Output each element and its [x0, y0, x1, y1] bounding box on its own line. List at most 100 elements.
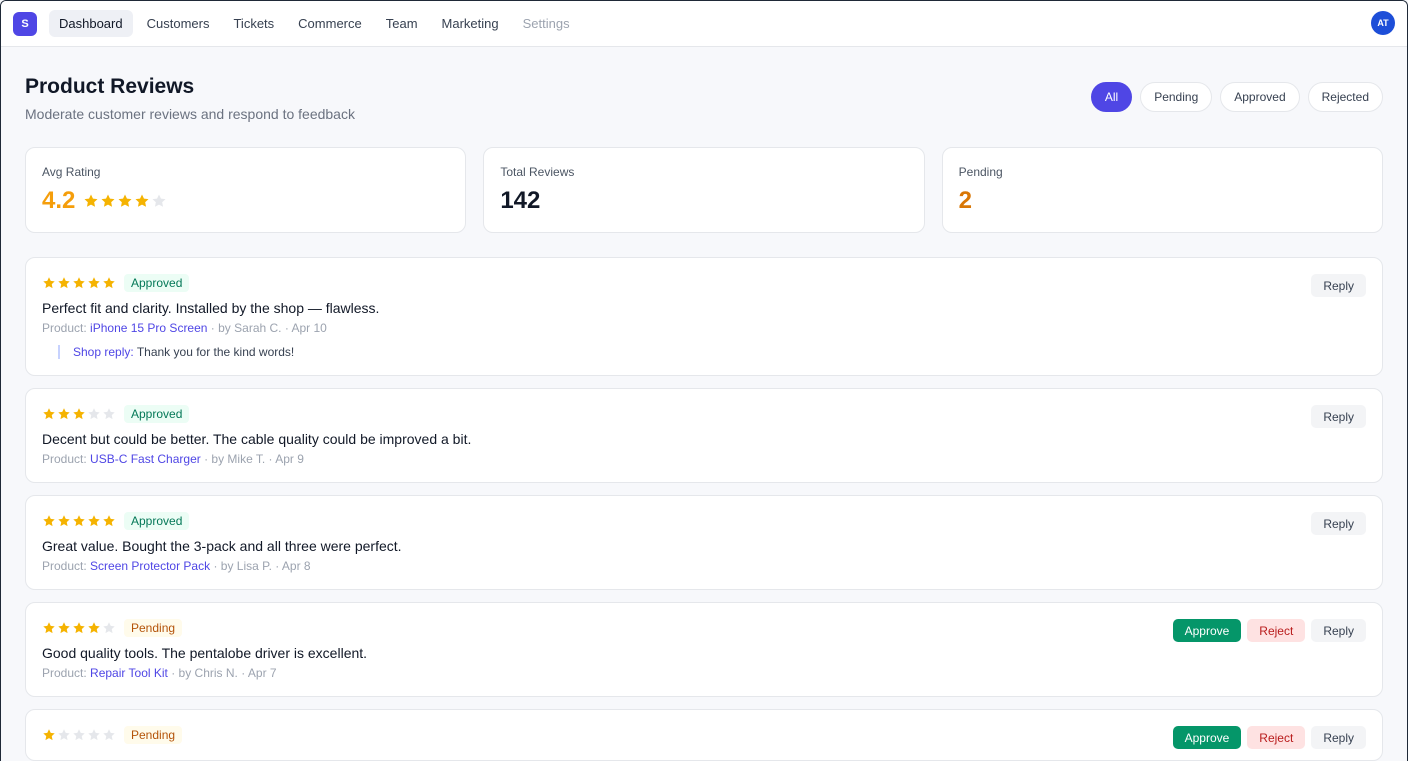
star-filled-icon [88, 277, 100, 289]
nav-marketing[interactable]: Marketing [432, 10, 509, 37]
nav-customers[interactable]: Customers [137, 10, 220, 37]
review-meta: Product: iPhone 15 Pro Screen · by Sarah… [42, 321, 1366, 335]
shop-reply-text: Thank you for the kind words! [136, 345, 295, 359]
review-header: Approved [42, 512, 1366, 530]
filter-pending[interactable]: Pending [1140, 82, 1213, 112]
product-link[interactable]: Screen Protector Pack [90, 559, 210, 573]
reply-button[interactable]: Reply [1311, 619, 1366, 642]
stats-row: Avg Rating 4.2 Total Reviews 142 Pending… [25, 147, 1383, 233]
filter-all[interactable]: All [1090, 82, 1133, 112]
star-filled-icon [58, 622, 70, 634]
star-rating [83, 193, 167, 209]
total-reviews-value: 142 [500, 187, 541, 214]
review-actions: Approve Reject Reply [1172, 619, 1366, 642]
shop-reply: Shop reply: Thank you for the kind words… [58, 345, 1366, 359]
review-header: Pending [42, 619, 1366, 637]
page-title: Product Reviews [25, 75, 195, 98]
avg-rating-value: 4.2 [42, 187, 76, 214]
star-filled-icon [103, 277, 115, 289]
star-filled-icon [43, 408, 55, 420]
approve-button[interactable]: Approve [1172, 619, 1242, 642]
star-empty-icon [103, 622, 115, 634]
review-text: Good quality tools. The pentalobe driver… [42, 645, 368, 661]
star-rating [42, 728, 116, 742]
review-meta: Product: USB-C Fast Charger · by Mike T.… [42, 452, 1366, 466]
review-text: Decent but could be better. The cable qu… [42, 431, 472, 447]
star-empty-icon [73, 729, 85, 741]
product-link[interactable]: Repair Tool Kit [90, 666, 168, 680]
top-nav: S Dashboard Customers Tickets Commerce T… [1, 1, 1407, 47]
star-filled-icon [73, 277, 85, 289]
stat-label: Avg Rating [42, 165, 101, 179]
review-header: Approved [42, 274, 1366, 292]
star-empty-icon [88, 729, 100, 741]
review-text: Great value. Bought the 3-pack and all t… [42, 538, 402, 554]
reply-button[interactable]: Reply [1311, 274, 1366, 297]
reject-button[interactable]: Reject [1247, 726, 1306, 749]
star-filled-icon [58, 408, 70, 420]
star-filled-icon [103, 515, 115, 527]
star-filled-icon [101, 194, 115, 207]
star-filled-icon [43, 622, 55, 634]
review-byline: · by Mike T. · Apr 9 [200, 452, 304, 466]
review-text: Perfect fit and clarity. Installed by th… [42, 300, 380, 316]
star-rating [42, 407, 116, 421]
reply-button[interactable]: Reply [1311, 512, 1366, 535]
status-badge: Approved [124, 405, 190, 423]
star-rating [42, 621, 116, 635]
reply-button[interactable]: Reply [1311, 405, 1366, 428]
review-card: Pending Approve Reject Reply [25, 709, 1383, 761]
review-actions: Reply [1311, 274, 1366, 297]
star-empty-icon [58, 729, 70, 741]
review-byline: · by Lisa P. · Apr 8 [210, 559, 311, 573]
nav-settings[interactable]: Settings [513, 10, 580, 37]
review-byline: · by Chris N. · Apr 7 [167, 666, 277, 680]
product-link[interactable]: iPhone 15 Pro Screen [90, 321, 207, 335]
review-actions: Approve Reject Reply [1172, 726, 1366, 749]
nav-tickets[interactable]: Tickets [223, 10, 284, 37]
review-card: Pending Good quality tools. The pentalob… [25, 602, 1383, 697]
review-byline: · by Sarah C. · Apr 10 [207, 321, 327, 335]
review-header: Pending [42, 726, 1366, 744]
reply-button[interactable]: Reply [1311, 726, 1366, 749]
stat-avg-rating: Avg Rating 4.2 [25, 147, 467, 233]
status-badge: Pending [124, 619, 183, 637]
app-logo[interactable]: S [13, 11, 37, 36]
star-filled-icon [84, 194, 98, 207]
app-window: S Dashboard Customers Tickets Commerce T… [0, 0, 1408, 761]
review-actions: Reply [1311, 405, 1366, 428]
filter-approved[interactable]: Approved [1220, 82, 1300, 112]
product-prefix: Product: [42, 321, 87, 335]
stat-value-row: 4.2 [42, 187, 449, 215]
stat-total-reviews: Total Reviews 142 [483, 147, 925, 233]
star-filled-icon [73, 622, 85, 634]
filter-rejected[interactable]: Rejected [1307, 82, 1383, 112]
star-filled-icon [73, 515, 85, 527]
star-filled-icon [88, 515, 100, 527]
approve-button[interactable]: Approve [1172, 726, 1242, 749]
stat-pending: Pending 2 [941, 147, 1383, 233]
star-rating [42, 514, 116, 528]
page-header: Product Reviews Moderate customer review… [25, 47, 1383, 147]
status-badge: Pending [124, 726, 183, 744]
main-content: Product Reviews Moderate customer review… [1, 47, 1407, 761]
star-filled-icon [118, 194, 132, 207]
nav-commerce[interactable]: Commerce [288, 10, 372, 37]
nav-team[interactable]: Team [376, 10, 428, 37]
status-badge: Approved [124, 274, 190, 292]
pending-value: 2 [958, 187, 973, 214]
review-card: Approved Perfect fit and clarity. Instal… [25, 257, 1383, 376]
star-filled-icon [43, 729, 55, 741]
star-empty-icon [88, 408, 100, 420]
nav-dashboard[interactable]: Dashboard [49, 10, 133, 37]
review-card: Approved Great value. Bought the 3-pack … [25, 495, 1383, 590]
star-filled-icon [88, 622, 100, 634]
star-filled-icon [58, 515, 70, 527]
review-header: Approved [42, 405, 1366, 423]
product-link[interactable]: USB-C Fast Charger [90, 452, 201, 466]
reject-button[interactable]: Reject [1247, 619, 1306, 642]
star-filled-icon [73, 408, 85, 420]
status-badge: Approved [124, 512, 190, 530]
star-empty-icon [152, 194, 166, 207]
user-avatar[interactable]: AT [1371, 11, 1395, 35]
